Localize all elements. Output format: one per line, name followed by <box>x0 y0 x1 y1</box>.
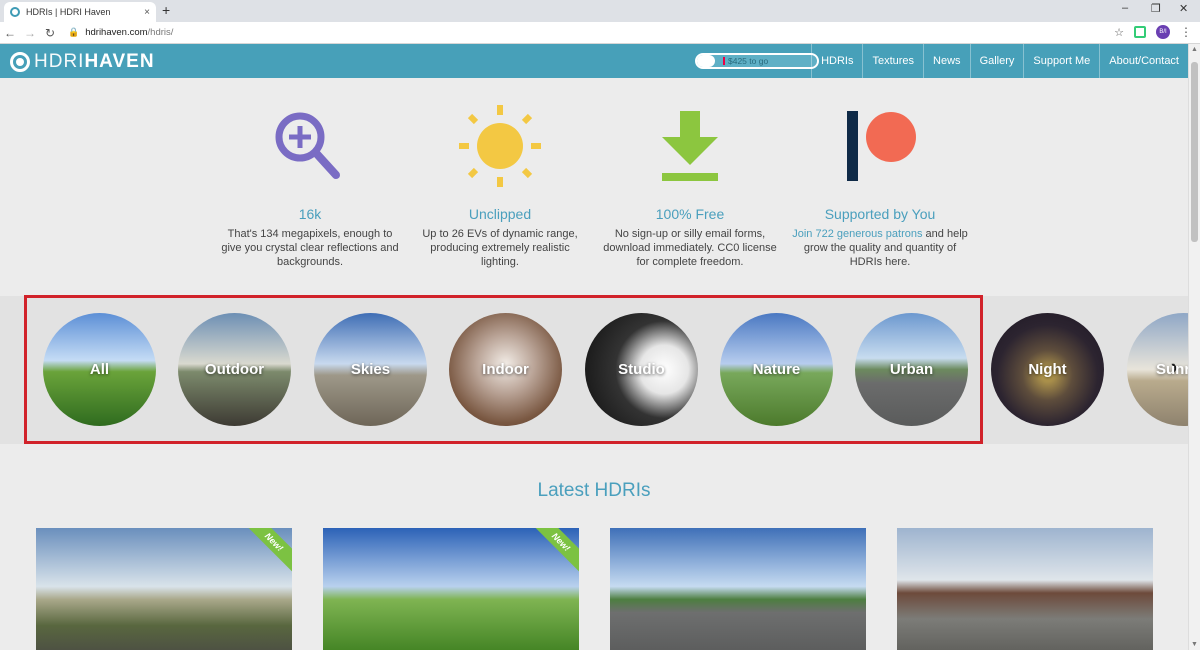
logo-text-haven: HAVEN <box>84 51 155 72</box>
hdri-thumbnail[interactable] <box>897 528 1153 650</box>
main-nav: HDRIs Textures News Gallery Support Me A… <box>811 44 1188 78</box>
goal-text: $425 to go <box>728 56 769 66</box>
category-night[interactable]: Night <box>991 313 1104 426</box>
scroll-up-icon[interactable]: ▲ <box>1191 46 1198 53</box>
nav-hdris[interactable]: HDRIs <box>811 44 862 78</box>
hdri-haven-favicon-icon <box>10 7 20 17</box>
category-urban[interactable]: Urban <box>855 313 968 426</box>
category-label: Studio <box>618 361 665 378</box>
feature-title: 16k <box>298 206 322 222</box>
category-label: Night <box>1028 361 1067 378</box>
new-badge: New! <box>240 528 292 576</box>
tab-title: HDRIs | HDRI Haven <box>26 7 111 17</box>
category-label: Outdoor <box>204 361 265 378</box>
category-indoor[interactable]: Indoor <box>449 313 562 426</box>
nav-gallery[interactable]: Gallery <box>969 44 1024 78</box>
feature-text: Join 722 generous patrons and help grow … <box>790 227 970 269</box>
reload-icon[interactable]: ↻ <box>40 26 60 40</box>
patreon-flag-icon <box>723 57 725 65</box>
feature-title: Unclipped <box>468 206 532 222</box>
minimize-button[interactable]: – <box>1122 2 1128 14</box>
category-sunrise[interactable]: Sunrise <box>1127 313 1188 426</box>
nav-support-me[interactable]: Support Me <box>1023 44 1099 78</box>
category-label: Sunrise <box>1155 361 1188 378</box>
category-label: Indoor <box>482 361 529 378</box>
scroll-down-icon[interactable]: ▼ <box>1191 641 1198 648</box>
hdri-thumbnail[interactable] <box>610 528 866 650</box>
category-all[interactable]: All <box>43 313 156 426</box>
category-nature[interactable]: Nature <box>720 313 833 426</box>
feature-text: Up to 26 EVs of dynamic range, producing… <box>422 228 578 268</box>
scrollbar-thumb[interactable] <box>1191 62 1198 242</box>
back-arrow-icon[interactable]: ← <box>0 26 20 40</box>
new-badge: New! <box>527 528 579 576</box>
nav-about-contact[interactable]: About/Contact <box>1099 44 1188 78</box>
extension-icon[interactable] <box>1134 26 1146 38</box>
url-domain: hdrihaven.com <box>85 27 148 38</box>
magnifier-plus-icon <box>275 112 340 179</box>
feature-title: Supported by You <box>824 206 936 222</box>
tab-close-icon[interactable]: × <box>144 7 150 18</box>
latest-hdris-heading: Latest HDRIs <box>537 480 651 501</box>
feature-free: 100% Free No sign-up or silly email form… <box>600 96 780 269</box>
page-scrollbar[interactable]: ▲ ▼ <box>1188 44 1200 650</box>
feature-text: That's 134 megapixels, enough to give yo… <box>221 228 399 268</box>
patrons-link[interactable]: Join 722 generous patrons <box>792 228 922 240</box>
category-label: Nature <box>752 361 801 378</box>
feature-text: No sign-up or silly email forms, downloa… <box>603 228 777 268</box>
nav-news[interactable]: News <box>923 44 970 78</box>
forward-arrow-icon[interactable]: → <box>20 26 40 40</box>
new-tab-button[interactable]: + <box>162 2 170 18</box>
feature-unclipped: Unclipped Up to 26 EVs of dynamic range,… <box>410 96 590 269</box>
lock-icon: 🔒 <box>68 27 80 37</box>
category-outdoor[interactable]: Outdoor <box>178 313 291 426</box>
patreon-goal-progress[interactable]: $425 to go <box>695 53 819 69</box>
address-bar: ← → ↻ 🔒 hdrihaven.com/hdris/ ☆ B/I ⋮ <box>0 22 1200 44</box>
browser-menu-icon[interactable]: ⋮ <box>1180 25 1192 39</box>
features-section: 16k That's 134 megapixels, enough to giv… <box>220 96 980 276</box>
browser-tab-bar: HDRIs | HDRI Haven × + – ❐ ✕ <box>0 0 1200 22</box>
feature-16k: 16k That's 134 megapixels, enough to giv… <box>220 96 400 269</box>
profile-avatar[interactable]: B/I <box>1156 25 1170 39</box>
browser-tab[interactable]: HDRIs | HDRI Haven × <box>4 2 156 22</box>
download-arrow-icon <box>662 111 718 181</box>
hdri-thumbnail[interactable]: New! <box>323 528 579 650</box>
sun-icon <box>459 105 541 187</box>
feature-supported: Supported by You Join 722 generous patro… <box>790 96 970 269</box>
category-carousel: All Outdoor Skies Indoor Studio Nature U… <box>0 296 1188 444</box>
category-label: Skies <box>350 361 391 378</box>
feature-title: 100% Free <box>655 206 725 222</box>
category-skies[interactable]: Skies <box>314 313 427 426</box>
logo-ring-icon <box>10 52 30 72</box>
nav-textures[interactable]: Textures <box>862 44 923 78</box>
restore-button[interactable]: ❐ <box>1151 2 1161 15</box>
url-path: /hdris/ <box>147 27 174 38</box>
logo-text-hdri: HDRI <box>34 51 85 72</box>
site-logo[interactable]: HDRI HAVEN <box>10 51 155 73</box>
bookmark-star-icon[interactable]: ☆ <box>1114 26 1124 39</box>
patreon-logo-icon <box>847 111 916 181</box>
category-label: Urban <box>889 361 934 378</box>
category-label: All <box>89 361 110 378</box>
hdri-thumbnail[interactable]: New! <box>36 528 292 650</box>
category-studio[interactable]: Studio <box>585 313 698 426</box>
url-field[interactable]: 🔒 hdrihaven.com/hdris/ <box>68 27 173 38</box>
site-header: HDRI HAVEN $425 to go HDRIs Textures News… <box>0 44 1188 78</box>
close-window-button[interactable]: ✕ <box>1179 2 1188 15</box>
